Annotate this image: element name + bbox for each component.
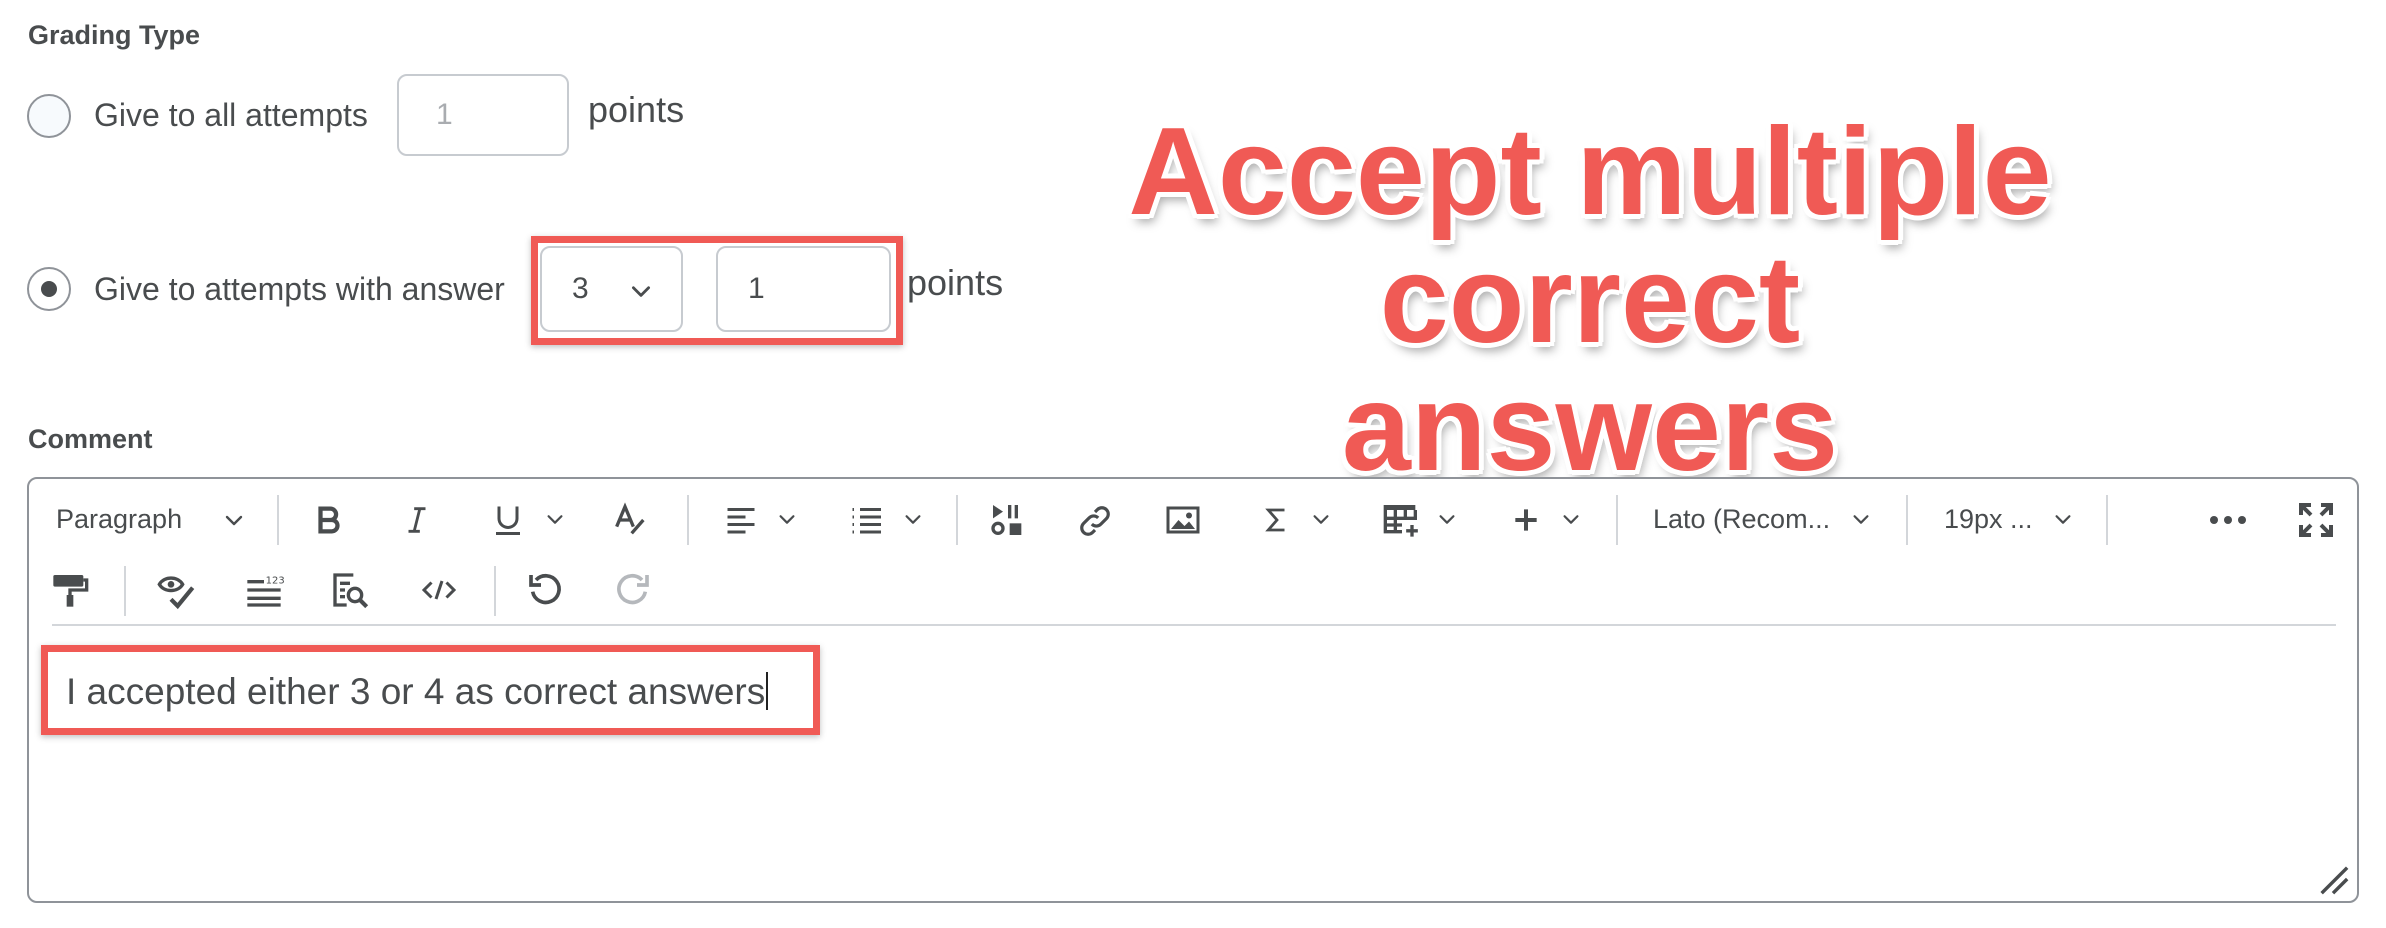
font-family-label: Lato (Recom... <box>1653 504 1831 534</box>
toolbar-rule <box>52 624 2336 626</box>
paragraph-format-select[interactable]: Paragraph <box>56 504 182 535</box>
chevron-down-icon[interactable] <box>544 508 566 530</box>
bold-icon[interactable] <box>312 502 346 538</box>
source-code-icon[interactable] <box>418 572 460 608</box>
chevron-down-icon[interactable] <box>1560 508 1582 530</box>
toolbar-divider <box>1616 495 1618 545</box>
give-to-all-label: Give to all attempts <box>94 97 368 133</box>
give-to-answer-radio[interactable] <box>27 267 71 311</box>
accessibility-check-icon[interactable] <box>156 570 196 612</box>
plus-icon[interactable] <box>1510 504 1542 536</box>
chevron-down-icon[interactable] <box>902 508 924 530</box>
points-label-1: points <box>588 89 685 130</box>
answer-select[interactable]: 3 <box>540 246 683 332</box>
media-icon[interactable] <box>988 500 1028 540</box>
underline-icon[interactable] <box>490 500 526 540</box>
undo-icon[interactable] <box>526 570 566 610</box>
resize-handle-icon[interactable] <box>2316 862 2350 896</box>
toolbar-divider <box>1906 495 1908 545</box>
give-to-all-radio[interactable] <box>27 94 71 138</box>
list-icon[interactable] <box>846 502 886 538</box>
annotation-callout: Accept multiple correct answers <box>1120 108 2060 492</box>
font-size-select[interactable]: 19px ... <box>1944 504 2033 535</box>
align-icon[interactable] <box>722 502 760 538</box>
all-attempts-points-input[interactable]: 1 <box>397 74 569 156</box>
clear-format-icon[interactable] <box>610 500 650 540</box>
toolbar-divider <box>956 495 958 545</box>
font-size-label: 19px ... <box>1944 504 2033 534</box>
comment-text[interactable]: I accepted either 3 or 4 as correct answ… <box>66 671 769 713</box>
annotation-line-1: Accept multiple <box>1128 103 2052 241</box>
more-icon[interactable] <box>2208 512 2248 528</box>
toolbar-divider <box>687 495 689 545</box>
toolbar-divider <box>494 566 496 616</box>
annotation-line-2: correct answers <box>1341 231 1839 497</box>
chevron-down-icon[interactable] <box>2052 508 2074 530</box>
chevron-down-icon <box>628 278 654 304</box>
chevron-down-icon[interactable] <box>1436 508 1458 530</box>
toolbar-divider <box>2106 495 2108 545</box>
format-painter-icon[interactable] <box>50 570 90 610</box>
chevron-down-icon[interactable] <box>222 508 246 532</box>
toolbar-divider <box>277 495 279 545</box>
chevron-down-icon[interactable] <box>776 508 798 530</box>
points-label-2: points <box>907 262 1004 303</box>
svg-text:123: 123 <box>266 575 284 586</box>
comment-heading: Comment <box>28 424 153 454</box>
table-icon[interactable] <box>1382 500 1422 540</box>
italic-icon[interactable] <box>400 502 434 538</box>
image-icon[interactable] <box>1164 502 1202 538</box>
paragraph-label: Paragraph <box>56 504 183 534</box>
chevron-down-icon[interactable] <box>1850 508 1872 530</box>
comment-text-value: I accepted either 3 or 4 as correct answ… <box>66 671 766 712</box>
answer-select-value: 3 <box>572 272 589 305</box>
toolbar-divider <box>124 566 126 616</box>
text-cursor <box>766 672 769 710</box>
sigma-icon[interactable] <box>1262 500 1292 540</box>
fullscreen-icon[interactable] <box>2296 500 2336 540</box>
link-icon[interactable] <box>1076 502 1114 540</box>
find-replace-icon[interactable] <box>330 570 370 610</box>
give-to-answer-label: Give to attempts with answer <box>94 271 505 307</box>
redo-icon[interactable] <box>612 570 652 610</box>
chevron-down-icon[interactable] <box>1310 508 1332 530</box>
line-numbers-icon[interactable]: 123 <box>244 570 284 610</box>
grading-type-heading: Grading Type <box>28 20 201 50</box>
answer-points-input[interactable]: 1 <box>716 246 891 332</box>
font-family-select[interactable]: Lato (Recom... <box>1653 504 1830 535</box>
